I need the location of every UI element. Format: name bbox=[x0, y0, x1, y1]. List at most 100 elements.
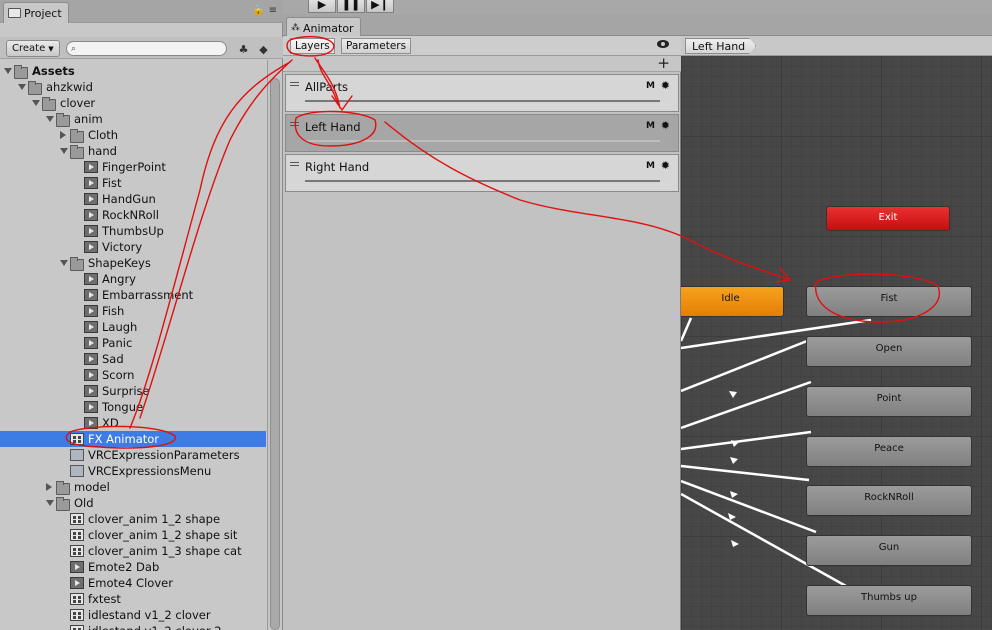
tree-item[interactable]: Laugh bbox=[0, 319, 266, 335]
tree-item[interactable]: VRCExpressionParameters bbox=[0, 447, 266, 463]
chevron-right-icon[interactable] bbox=[60, 131, 66, 139]
tree-item-label: clover_anim 1_2 shape bbox=[88, 512, 221, 526]
tree-item-label: VRCExpressionParameters bbox=[88, 448, 240, 462]
tree-folder[interactable]: Assets bbox=[0, 63, 266, 79]
layer-allparts[interactable]: AllParts M ✹ bbox=[285, 74, 679, 112]
tree-item[interactable]: clover_anim 1_3 shape cat bbox=[0, 543, 266, 559]
panel-menu[interactable]: 🔒 ≡ bbox=[252, 5, 277, 16]
state-fist[interactable]: Fist bbox=[806, 286, 972, 317]
tree-folder[interactable]: Cloth bbox=[0, 127, 266, 143]
tab-parameters[interactable]: Parameters bbox=[341, 38, 412, 54]
tree-item[interactable]: clover_anim 1_2 shape sit bbox=[0, 527, 266, 543]
lock-icon[interactable]: 🔒 bbox=[252, 5, 264, 16]
state-exit[interactable]: Exit bbox=[826, 206, 950, 231]
project-scrollbar-thumb[interactable] bbox=[270, 78, 280, 630]
tab-layers[interactable]: Layers bbox=[290, 38, 335, 54]
tree-item[interactable]: HandGun bbox=[0, 191, 266, 207]
chevron-down-icon[interactable] bbox=[32, 100, 40, 106]
tree-folder[interactable]: clover bbox=[0, 95, 266, 111]
folder-icon bbox=[56, 113, 70, 127]
tree-folder[interactable]: ahzkwid bbox=[0, 79, 266, 95]
tree-item[interactable]: Embarrassment bbox=[0, 287, 266, 303]
state-machine-graph[interactable]: Left Hand Exit Idle Fist Open Point Peac… bbox=[681, 36, 992, 630]
gear-icon[interactable]: ✹ bbox=[661, 79, 670, 92]
eye-icon[interactable] bbox=[657, 40, 669, 48]
tree-item[interactable]: Sad bbox=[0, 351, 266, 367]
search-field[interactable]: ⌕ bbox=[66, 41, 227, 56]
breadcrumb-left-hand[interactable]: Left Hand bbox=[685, 38, 757, 54]
tree-item[interactable]: Angry bbox=[0, 271, 266, 287]
state-rocknroll-label: RockNRoll bbox=[864, 491, 914, 503]
add-layer-button[interactable]: + bbox=[657, 56, 670, 71]
search-input[interactable] bbox=[78, 43, 219, 54]
state-peace[interactable]: Peace bbox=[806, 436, 972, 467]
state-peace-label: Peace bbox=[874, 442, 904, 454]
tree-folder[interactable]: anim bbox=[0, 111, 266, 127]
drag-handle-icon[interactable] bbox=[290, 122, 299, 126]
tree-item[interactable]: fxtest bbox=[0, 591, 266, 607]
tree-item[interactable]: FingerPoint bbox=[0, 159, 266, 175]
state-thumbsup[interactable]: Thumbs up bbox=[806, 585, 972, 616]
project-scrollbar[interactable] bbox=[267, 60, 281, 630]
tree-item[interactable]: idlestand v1_2 clover bbox=[0, 607, 266, 623]
tree-item[interactable]: Emote4 Clover bbox=[0, 575, 266, 591]
tree-item-label: anim bbox=[74, 112, 103, 126]
tree-item-label: idlestand v1_2 clover 2 bbox=[88, 623, 222, 630]
filter-by-label-icon[interactable]: ◆ bbox=[255, 41, 272, 57]
tree-item[interactable]: Emote2 Dab bbox=[0, 559, 266, 575]
pause-button[interactable]: ❚❚ bbox=[337, 0, 365, 13]
project-tab[interactable]: Project bbox=[3, 2, 69, 23]
gear-icon[interactable]: ✹ bbox=[661, 119, 670, 132]
create-button[interactable]: Create ▼ bbox=[6, 40, 60, 57]
tree-item[interactable]: VRCExpressionsMenu bbox=[0, 463, 266, 479]
tree-item[interactable]: Tongue bbox=[0, 399, 266, 415]
chevron-down-icon[interactable] bbox=[46, 500, 54, 506]
play-button[interactable]: ▶ bbox=[308, 0, 336, 13]
tree-folder[interactable]: model bbox=[0, 479, 266, 495]
gear-icon[interactable]: ✹ bbox=[661, 159, 670, 172]
filter-by-type-icon[interactable]: ♣ bbox=[235, 41, 252, 57]
layer-right-hand[interactable]: Right Hand M ✹ bbox=[285, 154, 679, 192]
step-button[interactable]: ▶❙ bbox=[366, 0, 394, 13]
folder-icon bbox=[42, 97, 56, 111]
state-point-label: Point bbox=[876, 392, 902, 404]
chevron-down-icon[interactable] bbox=[4, 68, 12, 74]
menu-icon[interactable]: ≡ bbox=[269, 5, 277, 16]
tree-item[interactable]: clover_anim 1_2 shape bbox=[0, 511, 266, 527]
state-rocknroll[interactable]: RockNRoll bbox=[806, 485, 972, 516]
drag-handle-icon[interactable] bbox=[290, 82, 299, 86]
tree-folder[interactable]: ShapeKeys bbox=[0, 255, 266, 271]
tree-item[interactable]: Scorn bbox=[0, 367, 266, 383]
chevron-down-icon[interactable] bbox=[18, 84, 26, 90]
tree-folder[interactable]: hand bbox=[0, 143, 266, 159]
chevron-right-icon[interactable] bbox=[46, 483, 52, 491]
chevron-down-icon[interactable] bbox=[46, 116, 54, 122]
state-open[interactable]: Open bbox=[806, 336, 972, 367]
chevron-down-icon[interactable] bbox=[60, 260, 68, 266]
layer-add-strip bbox=[283, 56, 681, 72]
state-gun[interactable]: Gun bbox=[806, 535, 972, 566]
tree-item[interactable]: Victory bbox=[0, 239, 266, 255]
tree-item[interactable]: idlestand v1_2 clover 2 bbox=[0, 623, 266, 630]
animator-tab[interactable]: ⁂ Animator bbox=[286, 17, 361, 38]
tree-item[interactable]: Panic bbox=[0, 335, 266, 351]
tree-item-label: model bbox=[74, 480, 110, 494]
chevron-down-icon[interactable] bbox=[60, 148, 68, 154]
layer-tabs: Layers Parameters bbox=[283, 36, 681, 56]
tree-folder[interactable]: Old bbox=[0, 495, 266, 511]
state-idle[interactable]: Idle bbox=[681, 286, 784, 317]
animation-clip-icon bbox=[84, 369, 98, 381]
state-point[interactable]: Point bbox=[806, 386, 972, 417]
tree-item[interactable]: Surprise bbox=[0, 383, 266, 399]
tree-item-label: clover_anim 1_2 shape sit bbox=[88, 528, 238, 542]
tree-item[interactable]: XD bbox=[0, 415, 266, 431]
breadcrumb: Left Hand bbox=[681, 36, 992, 56]
scriptable-asset-icon bbox=[70, 449, 84, 461]
tree-item[interactable]: Fish bbox=[0, 303, 266, 319]
tree-item[interactable]: FX Animator bbox=[0, 431, 266, 447]
tree-item[interactable]: RockNRoll bbox=[0, 207, 266, 223]
tree-item[interactable]: ThumbsUp bbox=[0, 223, 266, 239]
drag-handle-icon[interactable] bbox=[290, 162, 299, 166]
layer-left-hand[interactable]: Left Hand M ✹ bbox=[285, 114, 679, 152]
tree-item[interactable]: Fist bbox=[0, 175, 266, 191]
